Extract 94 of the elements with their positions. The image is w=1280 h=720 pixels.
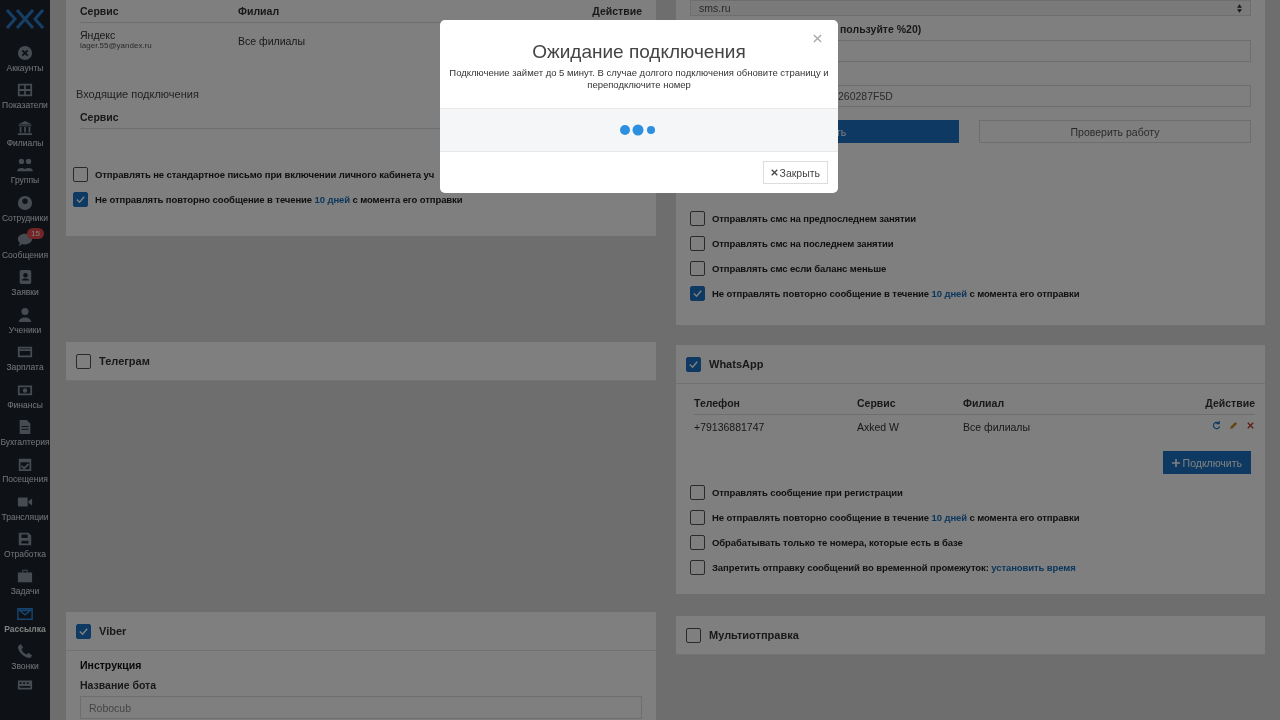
checkbox[interactable] xyxy=(76,623,91,639)
sidebar-item[interactable]: Звонки xyxy=(0,639,50,677)
document-icon xyxy=(17,418,33,435)
delete-icon[interactable] xyxy=(1246,421,1255,430)
sidebar-item[interactable]: Сотрудники xyxy=(0,190,50,228)
checkbox[interactable] xyxy=(690,261,705,276)
checkbox[interactable] xyxy=(686,627,701,643)
sidebar-item[interactable]: Трансляции xyxy=(0,489,50,528)
modal-title: Ожидание подключения xyxy=(532,41,746,63)
section-title: Телеграм xyxy=(99,355,150,367)
sidebar-item[interactable]: Бухгалтерия xyxy=(0,414,50,453)
grid-icon xyxy=(17,82,33,99)
provider-select[interactable]: sms.ru xyxy=(690,0,1251,16)
checkbox[interactable] xyxy=(690,236,705,251)
sidebar-item[interactable]: Финансы xyxy=(0,377,50,415)
checkbox[interactable] xyxy=(690,510,705,525)
option-label: Отправлять не стандартное письмо при включении личного кабинета уч xyxy=(95,169,435,180)
option-label: Отправлять смс на последнем занятии xyxy=(712,238,894,249)
sidebar-item[interactable]: Филиалы xyxy=(0,115,50,154)
option-label: Не отправлять повторно сообщение в течение 10 дней с момента его отправки xyxy=(712,512,1080,523)
section-heading: Входящие подключения xyxy=(76,88,200,100)
service-cell: Axked W xyxy=(857,414,963,439)
sidebar-item[interactable]: Сообщения 15 xyxy=(0,227,50,266)
section-title: WhatsApp xyxy=(709,358,764,370)
count-badge: 15 xyxy=(27,227,44,239)
select-arrows-icon xyxy=(1237,3,1242,13)
column-header: Телефон xyxy=(694,392,857,415)
section-title: Мультиотправка xyxy=(709,629,799,641)
sidebar-item[interactable]: Группы xyxy=(0,153,50,191)
person-icon xyxy=(17,194,33,211)
calendar-icon xyxy=(17,456,33,473)
section-title: Viber xyxy=(99,625,127,637)
option-label: Не отправлять повторно сообщение в течение 10 дней с момента его отправки xyxy=(712,288,1080,299)
sidebar-item[interactable]: Аккаунты xyxy=(0,41,50,79)
column-header: Действие xyxy=(1130,392,1255,415)
close-icon[interactable] xyxy=(813,34,822,43)
option-link[interactable]: 10 дней xyxy=(931,512,967,523)
checkbox[interactable] xyxy=(686,356,701,372)
option-link[interactable]: 10 дней xyxy=(314,194,350,205)
phone-cell: +79136881747 xyxy=(694,414,857,439)
sidebar-item[interactable]: Показатели xyxy=(0,78,50,116)
plus-icon xyxy=(1171,458,1180,467)
check-icon xyxy=(75,194,86,205)
sidebar-item[interactable]: Ученики xyxy=(0,302,50,341)
service-cell: Яндекс lager.55@yandex.ru xyxy=(80,22,238,56)
option-label: Не отправлять повторно сообщение в течение 10 дней с момента его отправки xyxy=(95,194,463,205)
close-icon xyxy=(770,169,778,176)
sidebar-item[interactable]: Отработка xyxy=(0,527,50,565)
logo-icon xyxy=(5,6,45,32)
column-header: Сервис xyxy=(80,0,238,23)
branch-cell: Все филиалы xyxy=(963,414,1131,439)
bank-icon xyxy=(17,119,33,136)
checkbox[interactable] xyxy=(690,535,705,550)
checkbox[interactable] xyxy=(73,192,88,207)
check-icon xyxy=(688,358,699,370)
close-button[interactable]: Закрыть xyxy=(762,161,828,184)
sidebar-item[interactable]: Посещения xyxy=(0,452,50,490)
field-label: пользуйте %20) xyxy=(839,23,923,35)
person-icon xyxy=(17,306,33,323)
people-icon xyxy=(17,157,33,174)
option-link[interactable]: установить время xyxy=(991,562,1076,573)
briefcase-icon xyxy=(17,568,33,585)
phone-icon xyxy=(17,643,33,660)
sidebar-item[interactable]: Заявки xyxy=(0,265,50,303)
envelope-icon xyxy=(17,605,33,622)
checkbox[interactable] xyxy=(690,286,705,301)
option-label: Запретить отправку сообщений во временной промежуток: установить время xyxy=(712,562,1076,573)
option-link[interactable]: 10 дней xyxy=(931,288,967,299)
refresh-icon[interactable] xyxy=(1212,421,1221,430)
connect-button[interactable]: Подключить xyxy=(1162,451,1251,474)
sidebar-item[interactable]: Рассылка xyxy=(0,601,50,640)
option-label: Отправлять сообщение при регистрации xyxy=(712,487,903,498)
checkbox[interactable] xyxy=(690,211,705,226)
checkbox[interactable] xyxy=(690,560,705,575)
contact-card-icon xyxy=(17,269,33,286)
checkbox[interactable] xyxy=(690,485,705,500)
pencil-icon[interactable] xyxy=(1229,421,1238,430)
option-label: Отправлять смс на предпоследнем занятии xyxy=(712,213,916,224)
check-button[interactable]: Проверить работу xyxy=(979,120,1251,143)
branch-cell: Все филиалы xyxy=(238,22,471,56)
column-header: Филиал xyxy=(963,392,1131,415)
bot-name-field[interactable]: Robocub xyxy=(80,696,642,719)
checkbox[interactable] xyxy=(73,167,88,182)
sidebar-item[interactable]: Зарплата xyxy=(0,340,50,378)
column-header: Сервис xyxy=(857,392,963,415)
check-icon xyxy=(78,625,89,637)
option-label: Отправлять смс если баланс меньше xyxy=(712,263,887,274)
field-label: Название бота xyxy=(80,679,158,691)
instruction-heading: Инструкция xyxy=(80,659,143,671)
checkbox[interactable] xyxy=(76,353,91,369)
option-label: Обрабатывать только те номера, которые есть в базе xyxy=(712,537,963,548)
check-icon xyxy=(692,288,703,299)
sidebar-item[interactable]: Задачи xyxy=(0,564,50,602)
x-circle-icon xyxy=(17,45,33,61)
